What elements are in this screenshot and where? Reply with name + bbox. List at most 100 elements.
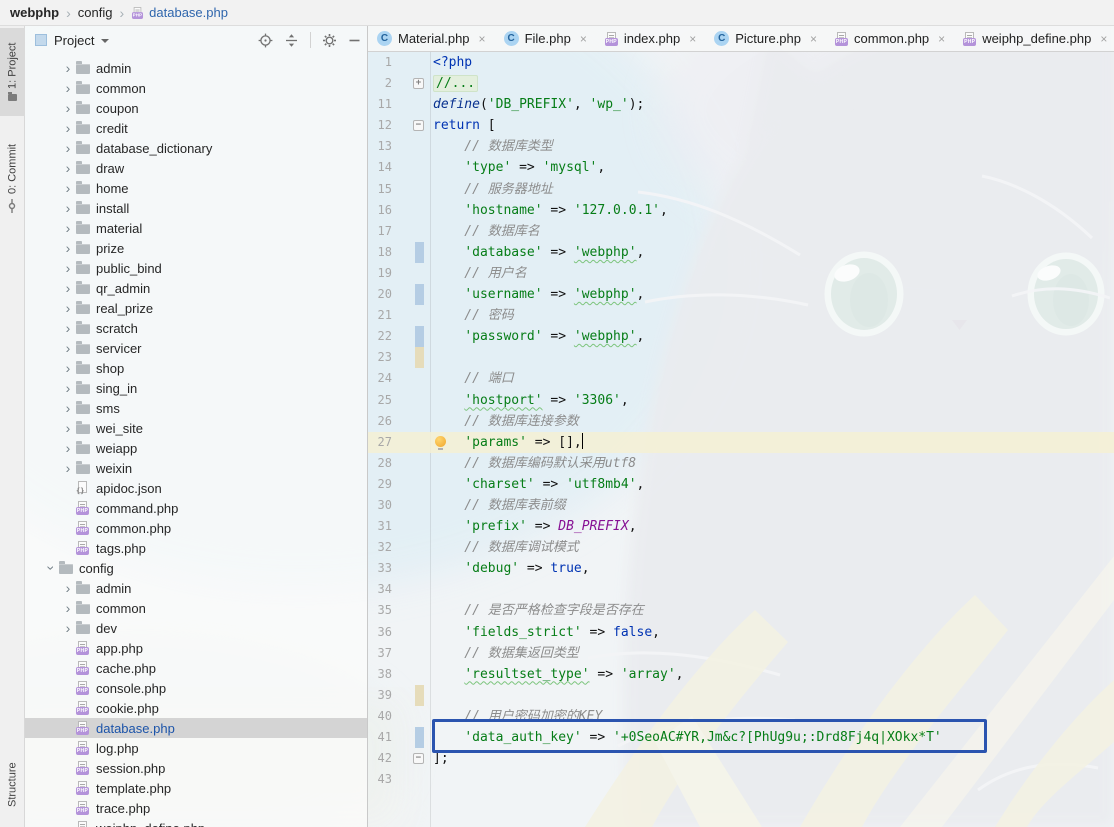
tree-item-config[interactable]: › config — [25, 558, 367, 578]
code-line-12[interactable]: 12 − return [ — [368, 115, 1114, 136]
chevron-right-icon[interactable]: › — [60, 398, 76, 418]
code-line-35[interactable]: 35 // 是否严格检查字段是否存在 — [368, 600, 1114, 621]
intention-bulb-icon[interactable] — [435, 435, 446, 450]
code-line-24[interactable]: 24 // 端口 — [368, 368, 1114, 389]
tab-index.php[interactable]: PHP index.php × — [596, 26, 705, 51]
fold-toggle-icon[interactable]: + — [413, 77, 424, 89]
chevron-right-icon[interactable]: › — [60, 298, 76, 318]
collapse-all-button[interactable] — [284, 33, 299, 48]
breadcrumb-project[interactable]: webphp — [10, 5, 59, 20]
code-line-22[interactable]: 22 'password' => 'webphp', — [368, 326, 1114, 348]
code-line-38[interactable]: 38 'resultset_type' => 'array', — [368, 664, 1114, 685]
chevron-right-icon[interactable]: › — [60, 198, 76, 218]
tab-File.php[interactable]: C File.php × — [495, 26, 596, 51]
tree-item-tags.php[interactable]: PHP tags.php — [25, 538, 367, 558]
tree-item-database_dictionary[interactable]: › database_dictionary — [25, 138, 367, 158]
chevron-right-icon[interactable]: › — [60, 218, 76, 238]
tree-item-home[interactable]: › home — [25, 178, 367, 198]
close-tab-icon[interactable]: × — [810, 32, 817, 46]
tree-item-credit[interactable]: › credit — [25, 118, 367, 138]
chevron-right-icon[interactable]: › — [60, 278, 76, 298]
gear-icon[interactable] — [322, 33, 337, 48]
code-line-27[interactable]: 27 'params' => [], — [368, 431, 1114, 453]
code-line-43[interactable]: 43 — [368, 769, 1114, 790]
code-line-21[interactable]: 21 // 密码 — [368, 305, 1114, 326]
chevron-right-icon[interactable]: › — [60, 118, 76, 138]
chevron-right-icon[interactable]: › — [60, 98, 76, 118]
panel-title[interactable]: Project — [54, 33, 94, 48]
code-line-11[interactable]: 11 define('DB_PREFIX', 'wp_'); — [368, 94, 1114, 115]
code-line-31[interactable]: 31 'prefix' => DB_PREFIX, — [368, 516, 1114, 537]
code-line-26[interactable]: 26 // 数据库连接参数 — [368, 411, 1114, 432]
tree-item-cookie.php[interactable]: PHP cookie.php — [25, 698, 367, 718]
code-line-34[interactable]: 34 — [368, 579, 1114, 600]
tool-button-project[interactable]: 1: Project — [0, 28, 25, 116]
tree-item-command.php[interactable]: PHP command.php — [25, 498, 367, 518]
code-line-29[interactable]: 29 'charset' => 'utf8mb4', — [368, 474, 1114, 495]
tree-item-material[interactable]: › material — [25, 218, 367, 238]
chevron-down-icon[interactable]: › — [43, 558, 59, 578]
chevron-right-icon[interactable]: › — [60, 338, 76, 358]
tool-button-structure[interactable]: Structure — [0, 749, 25, 821]
close-tab-icon[interactable]: × — [479, 32, 486, 46]
tree-item-template.php[interactable]: PHP template.php — [25, 778, 367, 798]
tree-item-scratch[interactable]: › scratch — [25, 318, 367, 338]
tree-item-common[interactable]: › common — [25, 78, 367, 98]
tab-weiphp_define.php[interactable]: PHP weiphp_define.php × — [954, 26, 1114, 51]
tree-item-console.php[interactable]: PHP console.php — [25, 678, 367, 698]
fold-toggle-icon[interactable]: − — [413, 119, 424, 131]
tree-item-apidoc.json[interactable]: {} apidoc.json — [25, 478, 367, 498]
code-line-2[interactable]: 2 + //... — [368, 73, 1114, 94]
chevron-down-icon[interactable] — [101, 39, 110, 43]
code-line-32[interactable]: 32 // 数据库调试模式 — [368, 537, 1114, 558]
tree-item-session.php[interactable]: PHP session.php — [25, 758, 367, 778]
tree-item-dev[interactable]: › dev — [25, 618, 367, 638]
chevron-right-icon[interactable]: › — [60, 238, 76, 258]
code-line-20[interactable]: 20 'username' => 'webphp', — [368, 284, 1114, 306]
tool-button-commit[interactable]: 0: Commit — [0, 126, 25, 230]
chevron-right-icon[interactable]: › — [60, 618, 76, 638]
tree-item-draw[interactable]: › draw — [25, 158, 367, 178]
breadcrumb-folder[interactable]: config — [78, 5, 113, 20]
tree-item-admin[interactable]: › admin — [25, 578, 367, 598]
chevron-right-icon[interactable]: › — [60, 598, 76, 618]
tree-item-trace.php[interactable]: PHP trace.php — [25, 798, 367, 818]
tree-item-app.php[interactable]: PHP app.php — [25, 638, 367, 658]
tree-item-cache.php[interactable]: PHP cache.php — [25, 658, 367, 678]
chevron-right-icon[interactable]: › — [60, 138, 76, 158]
chevron-right-icon[interactable]: › — [60, 58, 76, 78]
code-line-14[interactable]: 14 'type' => 'mysql', — [368, 157, 1114, 178]
chevron-right-icon[interactable]: › — [60, 318, 76, 338]
code-line-16[interactable]: 16 'hostname' => '127.0.0.1', — [368, 200, 1114, 221]
chevron-right-icon[interactable]: › — [60, 178, 76, 198]
tree-item-common[interactable]: › common — [25, 598, 367, 618]
code-line-1[interactable]: 1 <?php — [368, 52, 1114, 73]
tree-item-real_prize[interactable]: › real_prize — [25, 298, 367, 318]
breadcrumb-file[interactable]: database.php — [149, 5, 228, 20]
tree-item-log.php[interactable]: PHP log.php — [25, 738, 367, 758]
code-line-19[interactable]: 19 // 用户名 — [368, 263, 1114, 284]
chevron-right-icon[interactable]: › — [60, 578, 76, 598]
code-line-23[interactable]: 23 — [368, 347, 1114, 369]
code-line-17[interactable]: 17 // 数据库名 — [368, 221, 1114, 242]
code-line-18[interactable]: 18 'database' => 'webphp', — [368, 241, 1114, 263]
chevron-right-icon[interactable]: › — [60, 78, 76, 98]
tree-item-public_bind[interactable]: › public_bind — [25, 258, 367, 278]
tree-item-wei_site[interactable]: › wei_site — [25, 418, 367, 438]
tree-item-weiapp[interactable]: › weiapp — [25, 438, 367, 458]
code-line-33[interactable]: 33 'debug' => true, — [368, 558, 1114, 579]
code-line-39[interactable]: 39 — [368, 684, 1114, 706]
close-tab-icon[interactable]: × — [938, 32, 945, 46]
tree-item-weixin[interactable]: › weixin — [25, 458, 367, 478]
tree-item-coupon[interactable]: › coupon — [25, 98, 367, 118]
code-line-30[interactable]: 30 // 数据库表前缀 — [368, 495, 1114, 516]
tree-item-weiphp_define.php[interactable]: PHP weiphp_define.php — [25, 818, 367, 827]
code-line-37[interactable]: 37 // 数据集返回类型 — [368, 643, 1114, 664]
tree-item-sms[interactable]: › sms — [25, 398, 367, 418]
code-line-13[interactable]: 13 // 数据库类型 — [368, 136, 1114, 157]
chevron-right-icon[interactable]: › — [60, 418, 76, 438]
hide-panel-button[interactable] — [348, 34, 361, 47]
close-tab-icon[interactable]: × — [689, 32, 696, 46]
tree-item-database.php[interactable]: PHP database.php — [25, 718, 367, 738]
tree-item-qr_admin[interactable]: › qr_admin — [25, 278, 367, 298]
